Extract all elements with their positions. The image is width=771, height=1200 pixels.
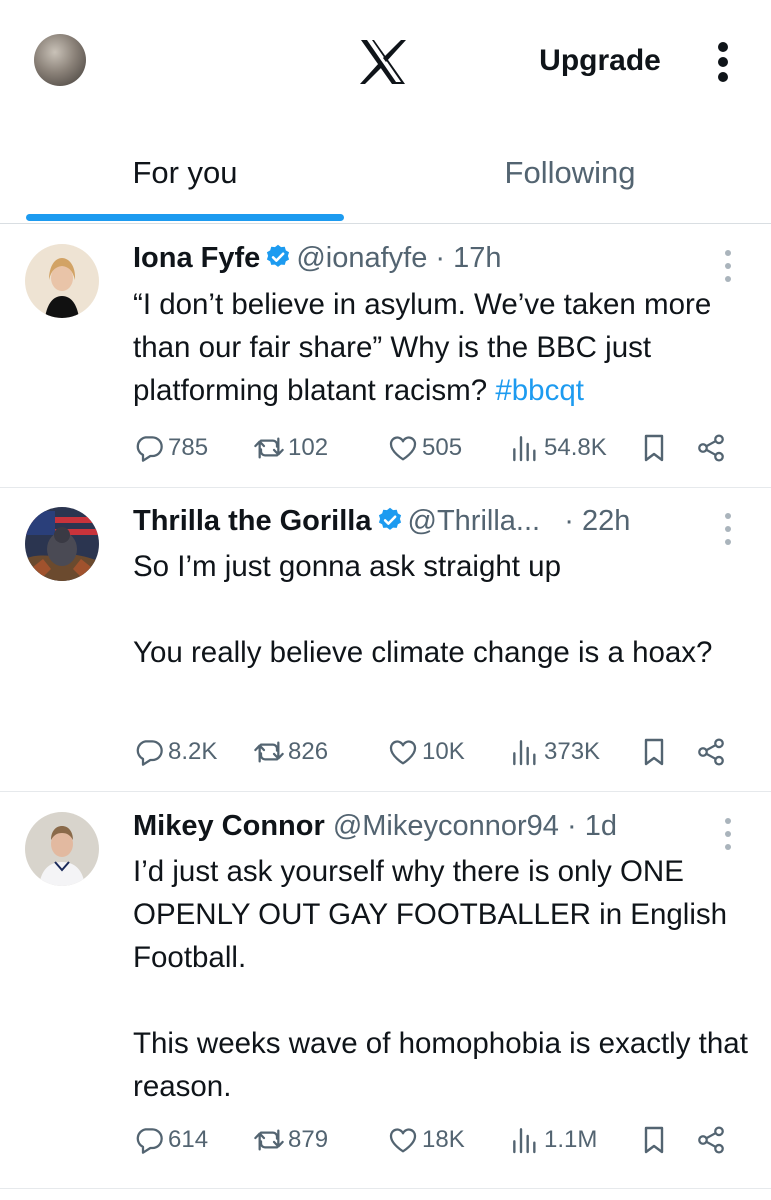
verified-badge-icon [264,243,292,271]
reply-button[interactable]: 8.2K [133,732,217,772]
tweet[interactable]: Mikey Connor @Mikeyconnor94 · 1d I’d jus… [0,792,771,1189]
tweet-body: “I don’t believe in asylum. We’ve taken … [133,288,720,407]
tweet-actions: 8.2K 826 10K 373K [133,732,733,772]
author-handle[interactable]: @Mikeyconnor94 [333,810,559,842]
tweet-header: Iona Fyfe @ionafyfe · 17h [133,242,502,275]
tweet[interactable]: Thrilla the Gorilla @Thrilla... · 22h So … [0,488,771,792]
views-button[interactable]: 1.1M [509,1120,597,1160]
share-button[interactable] [695,1120,727,1160]
tweet-text: I’d just ask yourself why there is only … [133,855,748,1103]
avatar[interactable] [25,507,99,581]
heart-icon [387,736,419,768]
like-button[interactable]: 18K [387,1120,465,1160]
share-icon [695,736,727,768]
verified-badge-icon [376,506,404,534]
repost-icon [253,432,285,464]
tab-for-you[interactable]: For you [26,155,344,191]
tweet-header: Thrilla the Gorilla @Thrilla... · 22h [133,505,630,538]
share-icon [695,1124,727,1156]
bookmark-button[interactable] [638,732,670,772]
avatar[interactable] [25,244,99,318]
vertical-ellipsis-icon[interactable] [709,40,737,84]
hashtag-link[interactable]: #bbcqt [495,374,584,407]
avatar[interactable] [25,812,99,886]
repost-count: 879 [288,1126,329,1153]
like-count: 505 [422,434,463,461]
repost-button[interactable]: 102 [253,428,328,468]
repost-button[interactable]: 879 [253,1120,328,1160]
heart-icon [387,1124,419,1156]
views-icon [509,1124,541,1156]
x-logo-icon[interactable] [357,38,409,86]
tweet[interactable]: Iona Fyfe @ionafyfe · 17h “I don’t believ… [0,224,771,488]
repost-icon [253,1124,285,1156]
tweet-more-icon[interactable] [720,250,736,284]
reply-count: 614 [168,1126,209,1153]
tweet-actions: 614 879 18K 1.1M [133,1120,733,1160]
views-count: 54.8K [544,434,607,461]
tweet-more-icon[interactable] [720,818,736,852]
like-button[interactable]: 505 [387,428,462,468]
tweet-header: Mikey Connor @Mikeyconnor94 · 1d [133,810,617,843]
author-name[interactable]: Iona Fyfe [133,242,260,274]
tweet-time[interactable]: · 1d [567,810,617,842]
tweet-text: “I don’t believe in asylum. We’ve taken … [133,283,753,412]
views-button[interactable]: 54.8K [509,428,607,468]
tweet-text: So I’m just gonna ask straight up You re… [133,550,713,669]
bookmark-button[interactable] [638,1120,670,1160]
views-button[interactable]: 373K [509,732,600,772]
views-icon [509,432,541,464]
tweet-more-icon[interactable] [720,513,736,547]
tab-active-indicator [26,214,344,221]
tweet-time[interactable]: · 17h [435,242,501,274]
reply-icon [133,432,165,464]
share-button[interactable] [695,732,727,772]
bookmark-icon [638,432,670,464]
views-icon [509,736,541,768]
repost-button[interactable]: 826 [253,732,328,772]
bookmark-button[interactable] [638,428,670,468]
like-button[interactable]: 10K [387,732,465,772]
like-count: 18K [422,1126,465,1153]
reply-count: 8.2K [168,738,218,765]
reply-icon [133,736,165,768]
reply-button[interactable]: 785 [133,428,208,468]
share-button[interactable] [695,428,727,468]
bookmark-icon [638,1124,670,1156]
timeline-tabs: For you Following [0,125,771,224]
views-count: 373K [544,738,601,765]
upgrade-button[interactable]: Upgrade [520,44,680,78]
top-bar: Upgrade [0,0,771,125]
tweet-actions: 785 102 505 54.8K [133,428,733,468]
repost-count: 826 [288,738,329,765]
author-handle[interactable]: @Thrilla... [408,505,541,537]
author-handle[interactable]: @ionafyfe [296,242,427,274]
share-icon [695,432,727,464]
views-count: 1.1M [544,1126,598,1153]
bookmark-icon [638,736,670,768]
heart-icon [387,432,419,464]
tweet-time[interactable]: · 22h [564,505,630,537]
author-name[interactable]: Mikey Connor [133,810,325,842]
author-name[interactable]: Thrilla the Gorilla [133,505,372,537]
like-count: 10K [422,738,465,765]
repost-count: 102 [288,434,329,461]
profile-avatar[interactable] [34,34,86,86]
reply-count: 785 [168,434,209,461]
reply-icon [133,1124,165,1156]
tab-following[interactable]: Following [410,155,730,191]
reply-button[interactable]: 614 [133,1120,208,1160]
repost-icon [253,736,285,768]
